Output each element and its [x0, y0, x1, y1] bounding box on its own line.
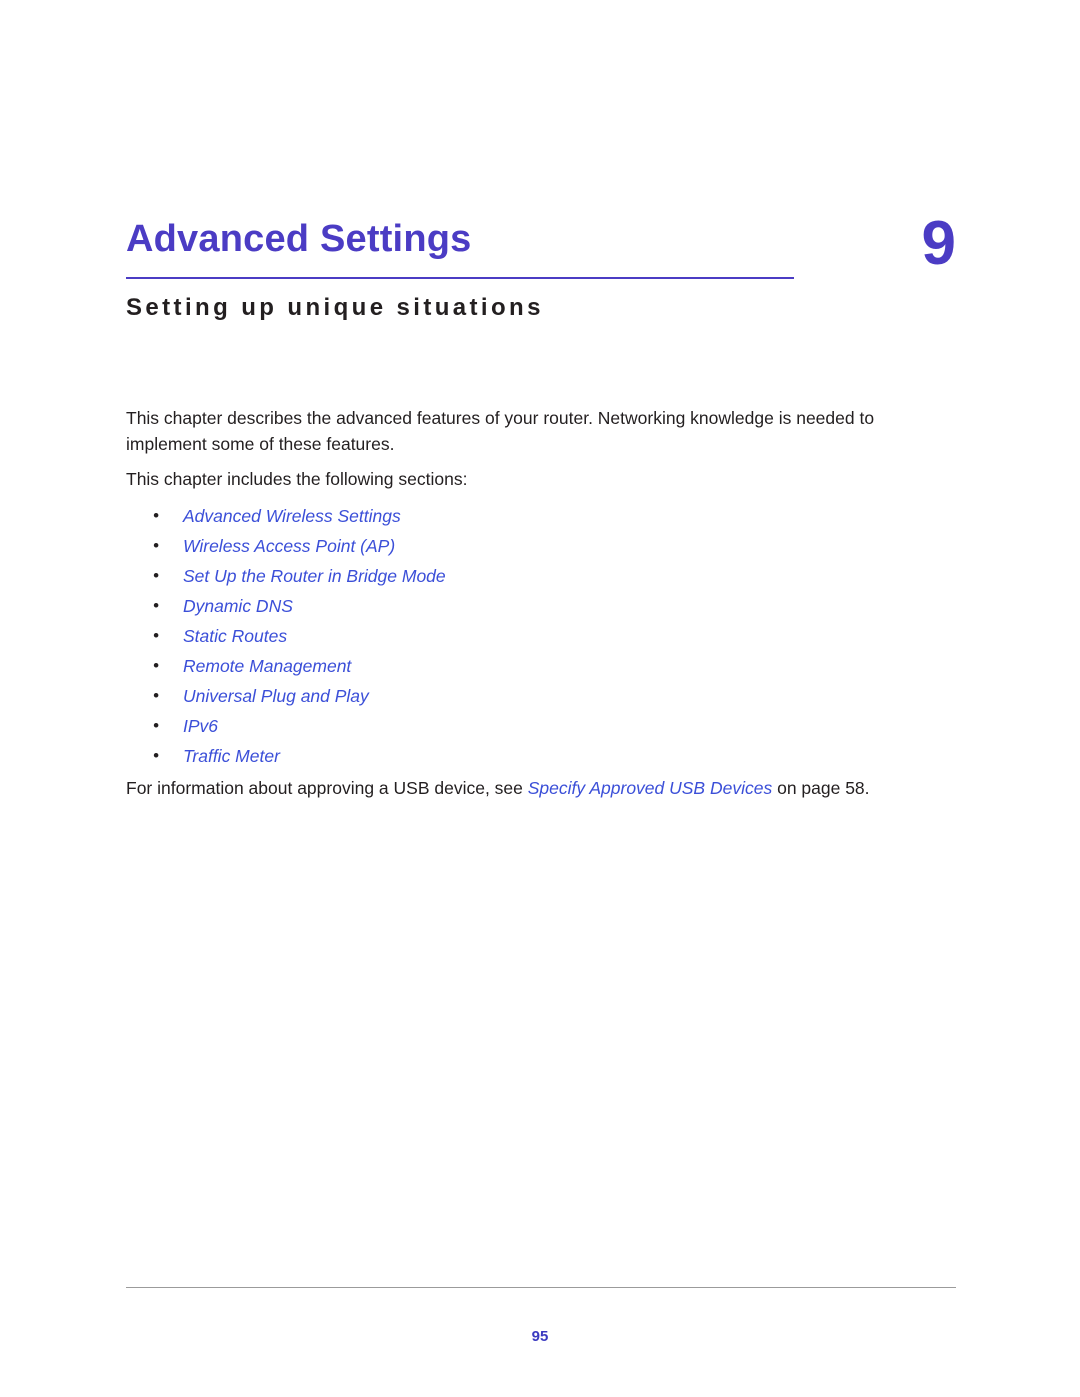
section-link-traffic-meter[interactable]: Traffic Meter [183, 746, 280, 766]
page-title: Advanced Settings [126, 218, 472, 260]
bullet-icon: • [153, 716, 159, 735]
intro-paragraph: This chapter describes the advanced feat… [126, 408, 875, 454]
bullet-icon: • [153, 536, 159, 555]
bullet-icon: • [153, 686, 159, 705]
chapter-number: 9 [921, 209, 956, 278]
inline-link-specify-approved-usb-devices[interactable]: Specify Approved USB Devices [528, 778, 772, 798]
closing-paragraph: For information about approving a USB de… [126, 775, 986, 801]
chapter-header: Advanced Settings 9 Setting up unique si… [126, 209, 956, 321]
closing-prefix: For information about approving a USB de… [126, 778, 528, 798]
sections-lead: This chapter includes the following sect… [126, 469, 468, 489]
list-item[interactable]: • Static Routes [150, 621, 850, 651]
list-item[interactable]: • Wireless Access Point (AP) [150, 531, 850, 561]
list-item[interactable]: • Set Up the Router in Bridge Mode [150, 561, 850, 591]
section-link-ipv6[interactable]: IPv6 [183, 716, 218, 736]
section-link-remote-management[interactable]: Remote Management [183, 656, 351, 676]
document-page: Advanced Settings 9 Setting up unique si… [0, 0, 1080, 1397]
footer-page-number: 95 [531, 1328, 549, 1345]
title-divider [126, 277, 794, 279]
footer-divider [126, 1287, 956, 1288]
chapter-subtitle: Setting up unique situations [126, 294, 544, 321]
section-link-list: • Advanced Wireless Settings • Wireless … [150, 501, 850, 771]
bullet-icon: • [153, 626, 159, 645]
list-item[interactable]: • IPv6 [150, 711, 850, 741]
bullet-icon: • [153, 746, 159, 765]
bullet-icon: • [153, 656, 159, 675]
closing-suffix: on page 58. [772, 778, 870, 798]
bullet-icon: • [153, 596, 159, 615]
bullet-icon: • [153, 566, 159, 585]
list-item[interactable]: • Remote Management [150, 651, 850, 681]
list-item[interactable]: • Advanced Wireless Settings [150, 501, 850, 531]
bullet-icon: • [153, 506, 159, 525]
section-link-universal-plug-and-play[interactable]: Universal Plug and Play [183, 686, 369, 706]
chapter-title-row: Advanced Settings 9 Setting up unique si… [126, 209, 956, 321]
section-link-bridge-mode[interactable]: Set Up the Router in Bridge Mode [183, 566, 446, 586]
section-link-advanced-wireless-settings[interactable]: Advanced Wireless Settings [183, 506, 401, 526]
section-link-wireless-access-point[interactable]: Wireless Access Point (AP) [183, 536, 395, 556]
list-item[interactable]: • Traffic Meter [150, 741, 850, 771]
list-item[interactable]: • Dynamic DNS [150, 591, 850, 621]
section-link-dynamic-dns[interactable]: Dynamic DNS [183, 596, 293, 616]
list-item[interactable]: • Universal Plug and Play [150, 681, 850, 711]
section-link-static-routes[interactable]: Static Routes [183, 626, 287, 646]
